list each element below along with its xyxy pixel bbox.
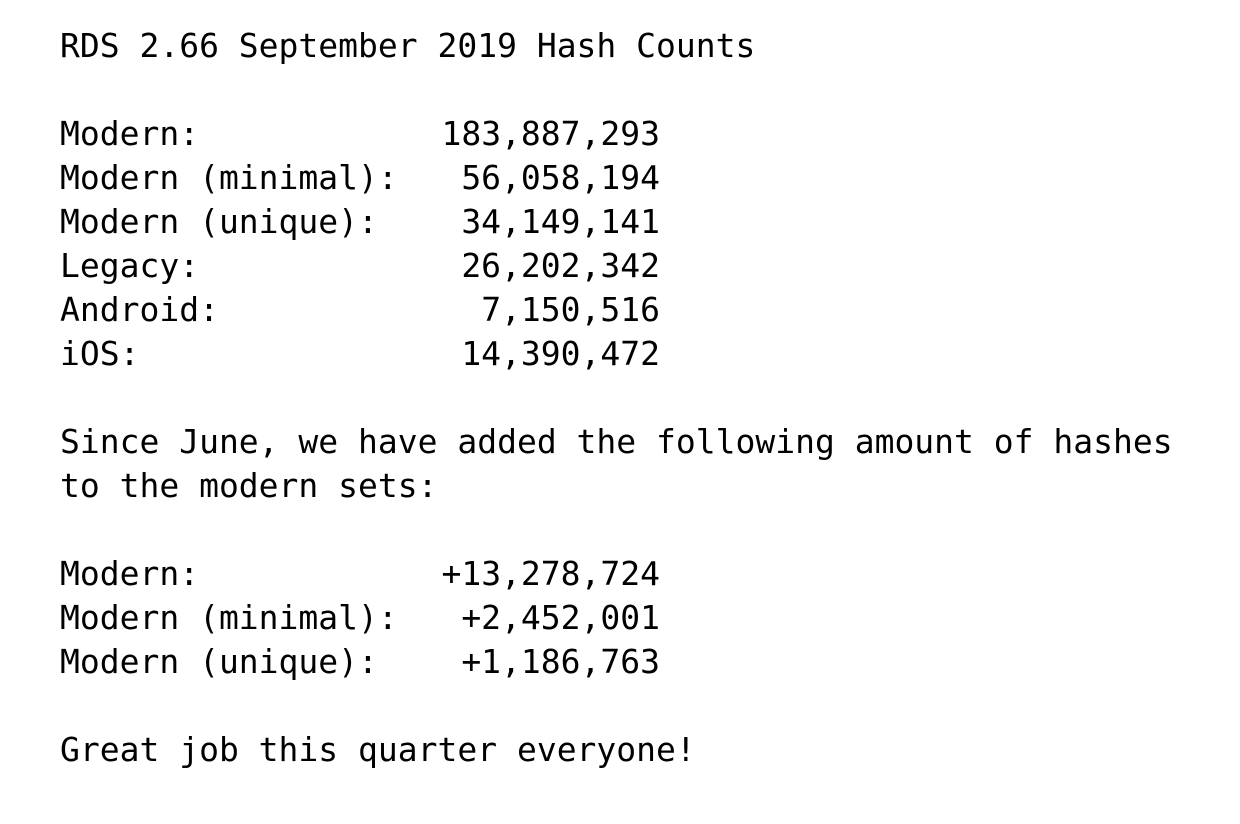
count-value: 34,149,141 xyxy=(461,202,660,241)
addition-value: +2,452,001 xyxy=(461,598,660,637)
count-row-modern-unique: Modern (unique): 34,149,141 xyxy=(60,200,1220,244)
count-row-modern: Modern: 183,887,293 xyxy=(60,112,1220,156)
summary-paragraph: Since June, we have added the following … xyxy=(60,422,1173,505)
count-row-ios: iOS: 14,390,472 xyxy=(60,332,1220,376)
document-title: RDS 2.66 September 2019 Hash Counts xyxy=(60,26,756,65)
count-row-legacy: Legacy: 26,202,342 xyxy=(60,244,1220,288)
count-label: Android: xyxy=(60,290,219,329)
count-label: Modern: xyxy=(60,114,200,153)
count-row-modern-minimal: Modern (minimal): 56,058,194 xyxy=(60,156,1220,200)
hash-additions-list: Modern: +13,278,724 Modern (minimal): +2… xyxy=(60,552,1220,684)
count-value: 7,150,516 xyxy=(481,290,660,329)
document-body: RDS 2.66 September 2019 Hash Counts Mode… xyxy=(60,0,1220,772)
addition-value: +1,186,763 xyxy=(461,642,660,681)
count-label: Modern (minimal): xyxy=(60,158,398,197)
count-value: 26,202,342 xyxy=(461,246,660,285)
count-value: 183,887,293 xyxy=(441,114,660,153)
addition-row-modern: Modern: +13,278,724 xyxy=(60,552,1220,596)
count-label: Legacy: xyxy=(60,246,200,285)
count-label: Modern (unique): xyxy=(60,202,378,241)
addition-value: +13,278,724 xyxy=(441,554,660,593)
count-value: 56,058,194 xyxy=(461,158,660,197)
hash-counts-list: Modern: 183,887,293 Modern (minimal): 56… xyxy=(60,112,1220,376)
count-value: 14,390,472 xyxy=(461,334,660,373)
addition-label: Modern: xyxy=(60,554,200,593)
addition-row-modern-minimal: Modern (minimal): +2,452,001 xyxy=(60,596,1220,640)
addition-row-modern-unique: Modern (unique): +1,186,763 xyxy=(60,640,1220,684)
addition-label: Modern (minimal): xyxy=(60,598,398,637)
addition-label: Modern (unique): xyxy=(60,642,378,681)
closing-line: Great job this quarter everyone! xyxy=(60,730,696,769)
top-spacer xyxy=(60,0,1220,24)
count-row-android: Android: 7,150,516 xyxy=(60,288,1220,332)
count-label: iOS: xyxy=(60,334,140,373)
